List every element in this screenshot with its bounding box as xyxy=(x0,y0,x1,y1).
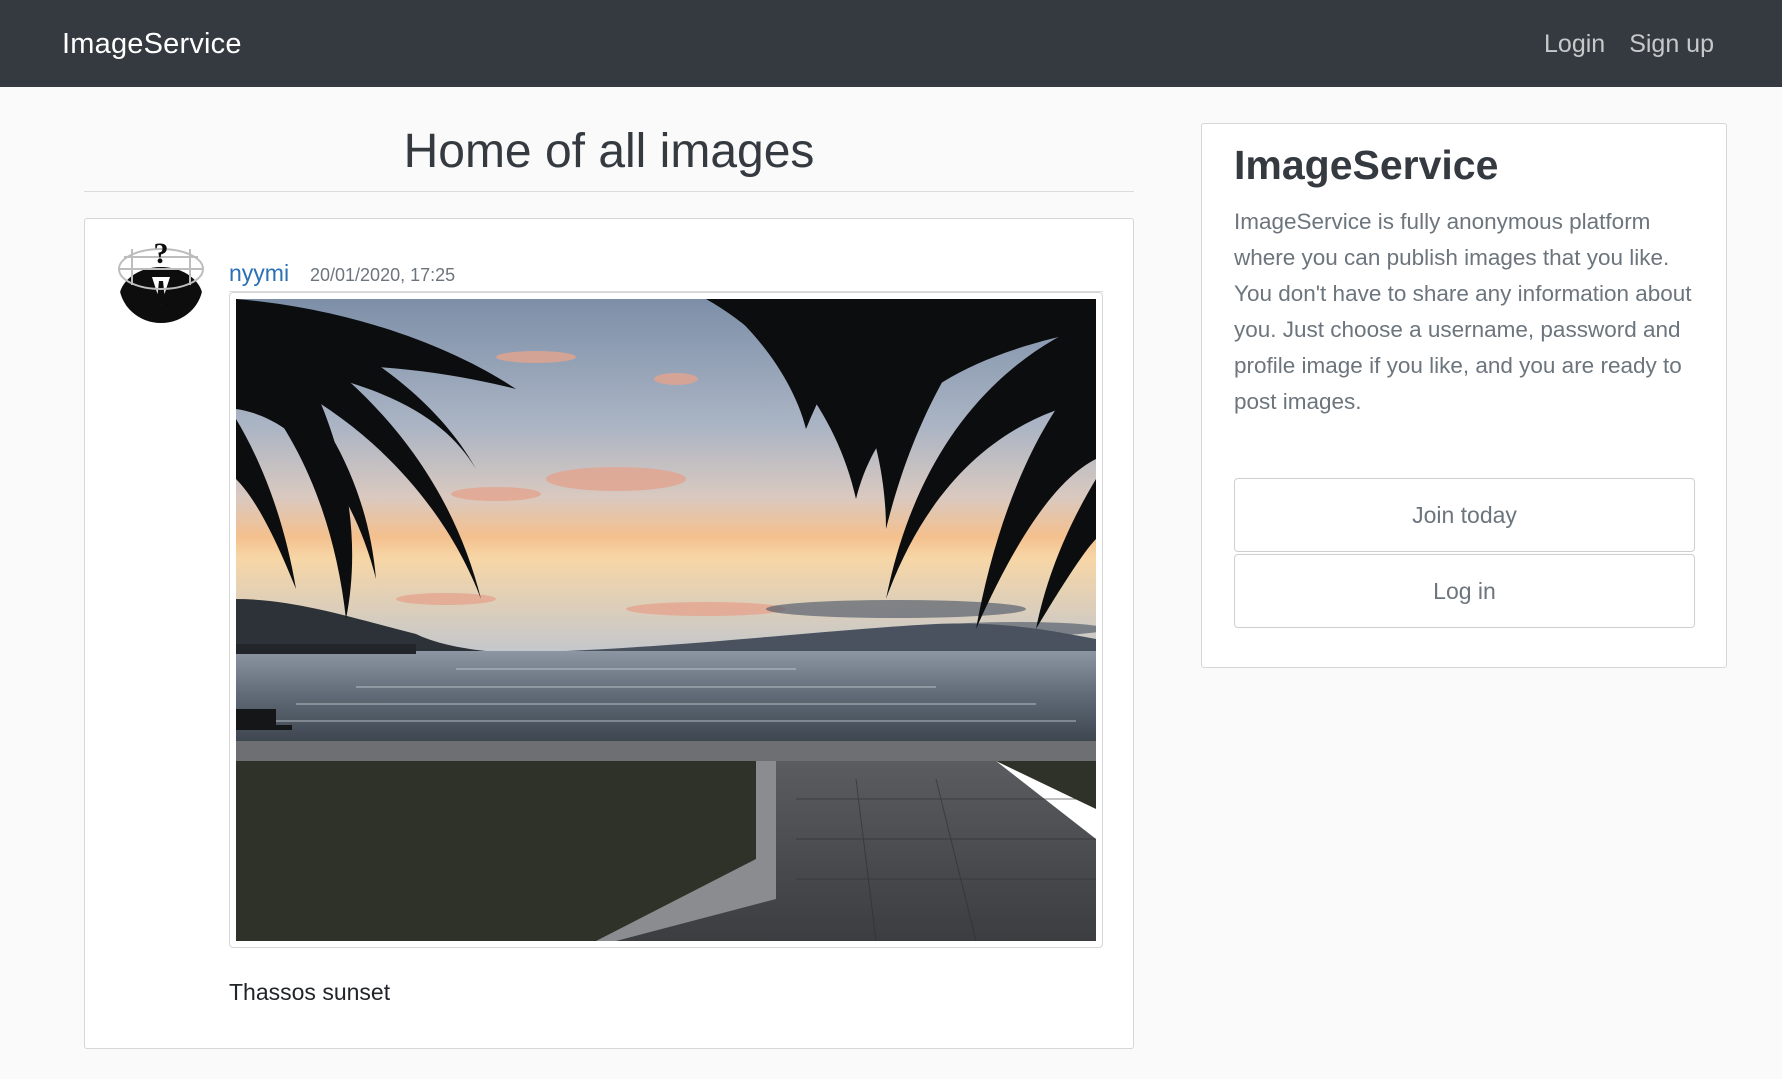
post-caption: Thassos sunset xyxy=(229,979,391,1005)
log-in-button[interactable]: Log in xyxy=(1234,554,1695,628)
post-image[interactable] xyxy=(236,299,1096,941)
top-navbar: ImageService Login Sign up xyxy=(0,0,1782,87)
sidebar-title: ImageService xyxy=(1234,142,1499,188)
nav-signup-link[interactable]: Sign up xyxy=(1629,30,1714,59)
sidebar-description: ImageService is fully anonymous platform… xyxy=(1234,209,1692,414)
post-header: nyymi 20/01/2020, 17:25 xyxy=(229,239,1103,292)
post-card: ? nyymi 20/01/2020, 17:25 Thassos sunset xyxy=(84,218,1134,1049)
anonymous-mask-icon[interactable]: ? xyxy=(116,233,206,323)
post-image-frame xyxy=(229,292,1103,948)
join-today-button[interactable]: Join today xyxy=(1234,478,1695,552)
about-sidebar-card: ImageService ImageService is fully anony… xyxy=(1201,123,1727,668)
page-title: Home of all images xyxy=(403,125,815,178)
nav-login-link[interactable]: Login xyxy=(1544,30,1605,59)
svg-text:?: ? xyxy=(154,237,169,270)
post-timestamp: 20/01/2020, 17:25 xyxy=(310,265,456,285)
post-author-link[interactable]: nyymi xyxy=(229,260,289,287)
brand-logo-link[interactable]: ImageService xyxy=(62,28,242,61)
title-divider xyxy=(84,191,1134,192)
nav-links: Login Sign up xyxy=(1544,30,1714,59)
